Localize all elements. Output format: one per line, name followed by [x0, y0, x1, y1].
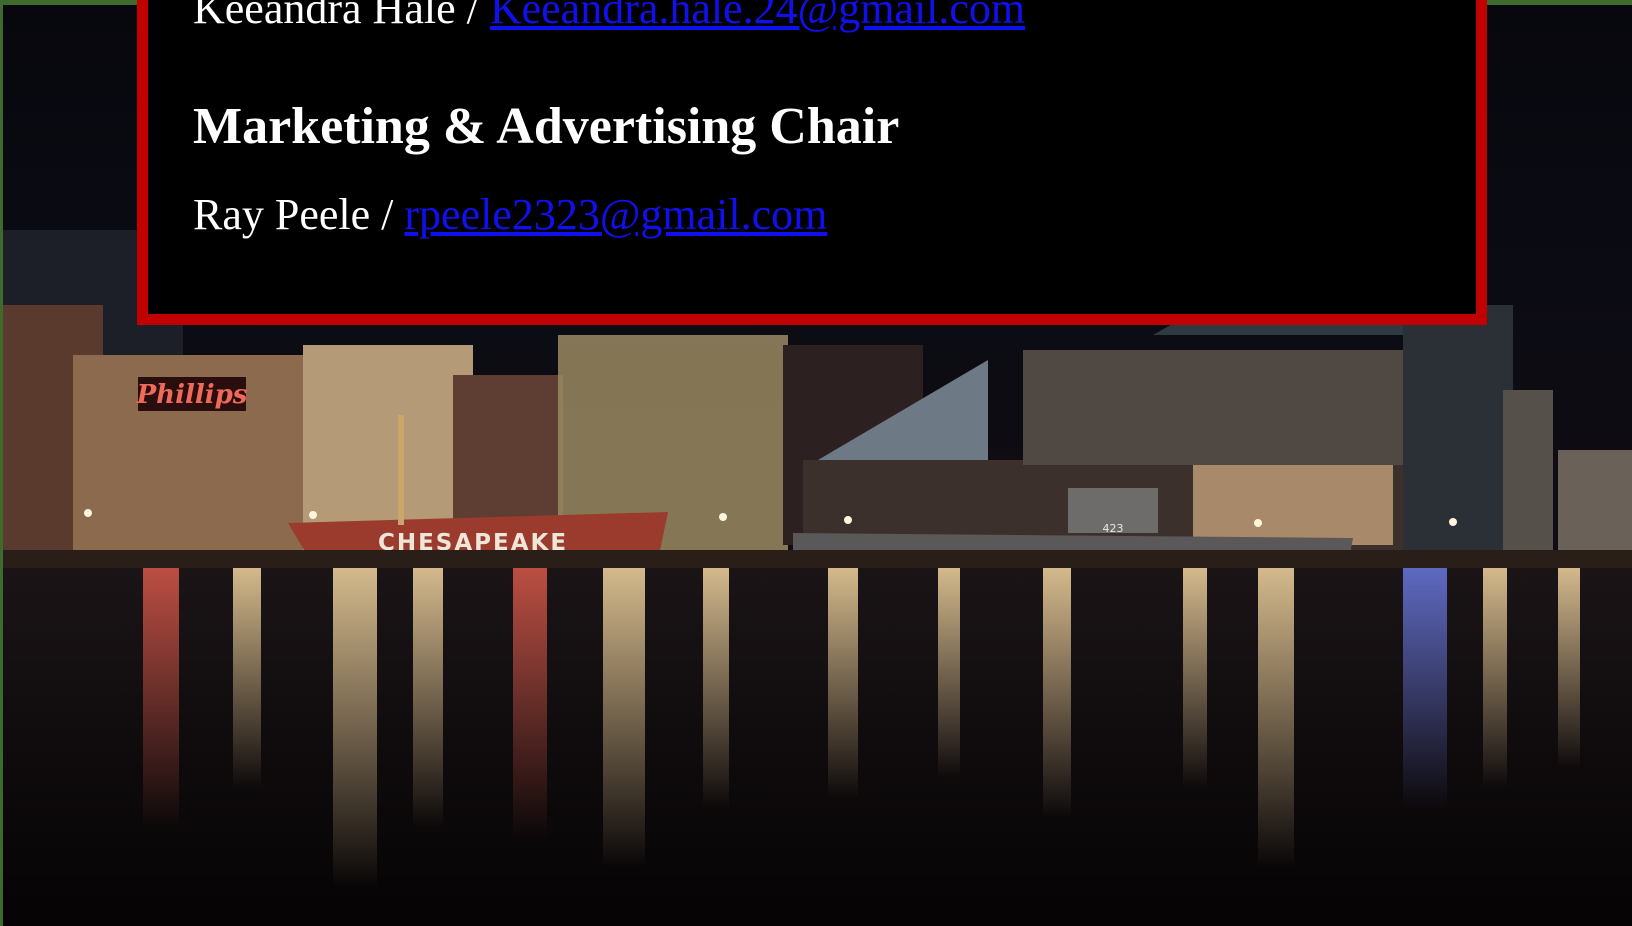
member-name: Ray Peele — [193, 190, 371, 239]
street-light — [84, 509, 92, 517]
water-reflection — [703, 568, 729, 808]
street-light — [309, 511, 317, 519]
water-reflection — [333, 568, 377, 888]
building — [1503, 390, 1553, 550]
separator: / — [370, 190, 405, 239]
role-heading: Marketing & Advertising Chair — [193, 98, 900, 155]
phillips-sign: Phillips — [136, 380, 248, 410]
water-reflection — [1043, 568, 1071, 818]
promenade — [3, 550, 1632, 568]
water-reflection — [1258, 568, 1294, 868]
water-reflection — [1183, 568, 1207, 788]
water-reflection — [513, 568, 547, 838]
water-reflection — [1403, 568, 1447, 808]
water-reflection — [413, 568, 443, 828]
member-name: Keeandra Hale — [193, 0, 456, 33]
mosaic-wall — [1193, 465, 1393, 545]
water-reflection — [1483, 568, 1507, 788]
water-reflection — [143, 568, 179, 828]
street-light — [719, 513, 727, 521]
member-email-link[interactable]: Keeandra.hale.24@gmail.com — [490, 0, 1025, 33]
water-reflection — [1558, 568, 1580, 768]
building — [1558, 450, 1632, 550]
building — [1403, 305, 1513, 555]
ship-mast — [398, 415, 404, 525]
member-contact-line: Keeandra Hale / Keeandra.hale.24@gmail.c… — [193, 0, 1025, 35]
street-light — [844, 516, 852, 524]
member-email-link[interactable]: rpeele2323@gmail.com — [404, 190, 827, 239]
street-light — [1449, 518, 1457, 526]
water-reflection — [603, 568, 645, 868]
street-light — [1254, 519, 1262, 527]
water-reflection — [828, 568, 858, 798]
separator: / — [455, 0, 490, 33]
water-reflection — [938, 568, 960, 778]
aquarium-building — [1023, 350, 1423, 465]
water-reflection — [233, 568, 261, 788]
contact-card: Keeandra Hale / Keeandra.hale.24@gmail.c… — [137, 0, 1487, 325]
submarine-number: 423 — [1103, 522, 1124, 535]
member-contact-line: Ray Peele / rpeele2323@gmail.com — [193, 189, 827, 241]
